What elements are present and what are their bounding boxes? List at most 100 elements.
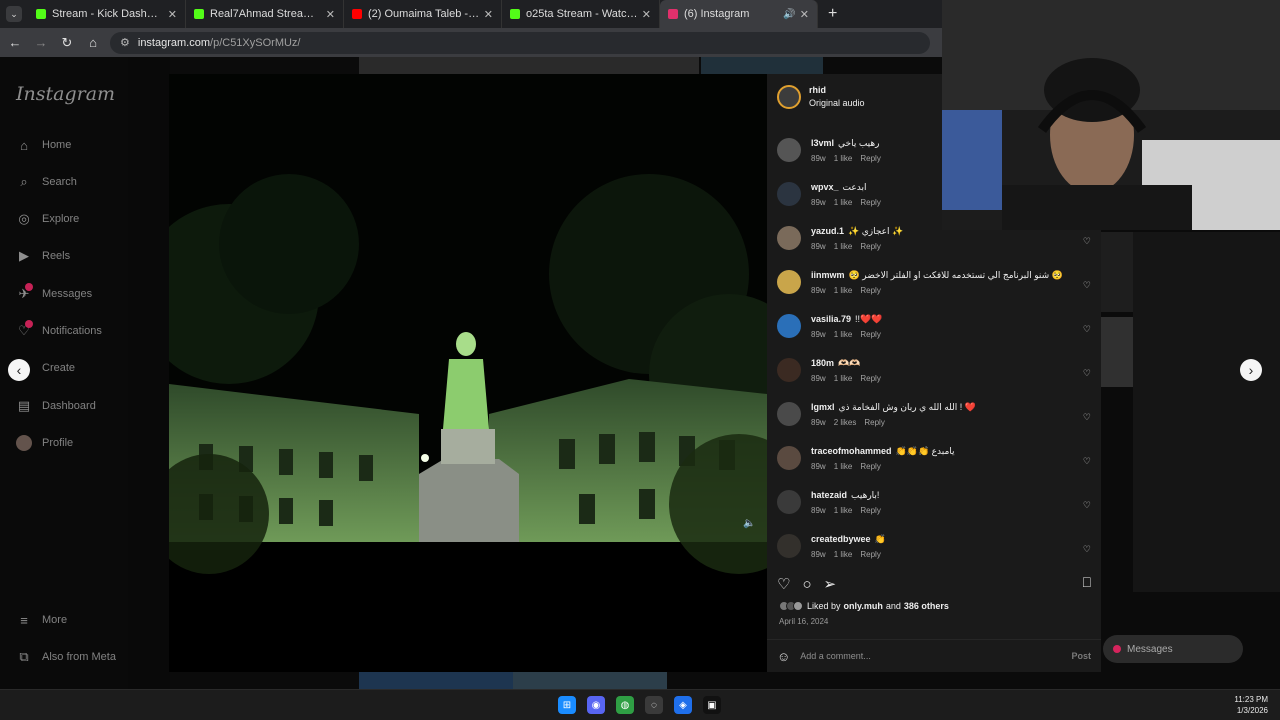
comment-likes[interactable]: 1 like [834,198,853,207]
reload-icon[interactable]: ↻ [56,32,78,54]
reply-button[interactable]: Reply [860,550,880,559]
obs-icon[interactable]: ◌ [645,696,663,714]
back-icon[interactable]: ← [4,32,26,54]
sidebar-item-notifications[interactable]: ♡ Notifications [16,320,102,339]
author-username[interactable]: rhid [809,84,865,97]
audio-label[interactable]: Original audio [809,97,865,110]
site-info-icon[interactable]: ⚙ [120,36,130,49]
commenter-avatar[interactable] [777,270,801,294]
comment-likes[interactable]: 1 like [834,462,853,471]
comment-like-icon[interactable]: ♡ [1083,368,1091,379]
sidebar-item-messages[interactable]: ✈ Messages [16,283,92,302]
commenter-username[interactable]: yazud.1 [811,226,844,236]
author-avatar[interactable] [777,85,801,109]
chrome-icon[interactable]: ◍ [616,696,634,714]
commenter-avatar[interactable] [777,358,801,382]
sidebar-item-search[interactable]: ⌕ Search [16,174,77,190]
commenter-avatar[interactable] [777,534,801,558]
bookmark-icon[interactable]: ⎕ [1083,574,1091,591]
tab-audio-icon[interactable]: 🔊 [783,9,795,20]
comment-likes[interactable]: 1 like [834,506,853,515]
reply-button[interactable]: Reply [860,462,880,471]
tab-close-icon[interactable]: ✕ [800,8,809,21]
comment-like-icon[interactable]: ♡ [1083,412,1091,423]
instagram-logo[interactable]: Instagram [16,83,115,105]
browser-tab[interactable]: o25ta Stream - Watch Live on K... ✕ [502,0,660,28]
sidebar-item-also-from-meta[interactable]: ⧉ Also from Meta [16,649,116,665]
system-clock[interactable]: 11:23 PM 1/3/2026 [1234,694,1268,716]
emoji-icon[interactable]: ☺ [777,649,790,664]
commenter-avatar[interactable] [777,226,801,250]
sidebar-item-home[interactable]: ⌂ Home [16,137,71,153]
comment-like-icon[interactable]: ♡ [1083,280,1091,291]
tab-close-icon[interactable]: ✕ [326,8,335,21]
commenter-username[interactable]: vasilia.79 [811,314,851,324]
comment-likes[interactable]: 1 like [834,330,853,339]
post-media[interactable]: 🔈 [169,74,767,672]
liked-by-others[interactable]: 386 others [904,601,949,611]
address-bar[interactable]: ⚙ instagram.com/p/C51XySOrMUz/ [110,31,930,54]
discord-icon[interactable]: ◉ [587,696,605,714]
reply-button[interactable]: Reply [860,506,880,515]
tab-search-button[interactable]: ⌄ [6,6,22,22]
post-comment-button[interactable]: Post [1071,651,1091,661]
liked-by-user[interactable]: only.muh [844,601,883,611]
browser-tab[interactable]: Real7Ahmad Stream - Watch Li... ✕ [186,0,344,28]
commenter-avatar[interactable] [777,446,801,470]
sidebar-item-profile[interactable]: Profile [16,435,73,451]
comment-like-icon[interactable]: ♡ [1083,456,1091,467]
home-browser-icon[interactable]: ⌂ [82,32,104,54]
comment-likes[interactable]: 1 like [834,154,853,163]
reply-button[interactable]: Reply [860,242,880,251]
commenter-username[interactable]: iinmwm [811,270,845,280]
app-icon[interactable]: ◈ [674,696,692,714]
previous-post-button[interactable]: ‹ [8,359,30,381]
commenter-avatar[interactable] [777,314,801,338]
messages-pill[interactable]: Messages [1103,635,1243,663]
comment-like-icon[interactable]: ♡ [1083,324,1091,335]
sidebar-item-reels[interactable]: ▶ Reels [16,248,70,264]
comment-likes[interactable]: 1 like [834,550,853,559]
commenter-username[interactable]: wpvx_ [811,182,839,192]
comment-like-icon[interactable]: ♡ [1083,544,1091,555]
comment-icon[interactable]: ○ [802,576,811,593]
commenter-avatar[interactable] [777,182,801,206]
comment-like-icon[interactable]: ♡ [1083,500,1091,511]
next-post-button[interactable]: › [1240,359,1262,381]
reply-button[interactable]: Reply [860,198,880,207]
commenter-username[interactable]: l3vml [811,138,834,148]
commenter-avatar[interactable] [777,402,801,426]
sidebar-item-dashboard[interactable]: ▤ Dashboard [16,398,96,414]
reply-button[interactable]: Reply [860,154,880,163]
tab-close-icon[interactable]: ✕ [642,8,651,21]
commenter-username[interactable]: lgmxl [811,402,835,412]
browser-tab[interactable]: Stream - Kick Dashboard ✕ [28,0,186,28]
commenter-avatar[interactable] [777,490,801,514]
browser-tab[interactable]: (2) Oumaima Taleb - Alfin B... ✕ [344,0,502,28]
reply-button[interactable]: Reply [860,286,880,295]
commenter-avatar[interactable] [777,138,801,162]
browser-tab[interactable]: (6) Instagram 🔊 ✕ [660,0,818,28]
comment-likes[interactable]: 1 like [834,374,853,383]
reply-button[interactable]: Reply [860,374,880,383]
comment-likes[interactable]: 1 like [834,286,853,295]
sidebar-item-explore[interactable]: ◎ Explore [16,211,79,227]
sidebar-item-more[interactable]: ≡ More [16,612,67,628]
windows-start-icon[interactable]: ⊞ [558,696,576,714]
reply-button[interactable]: Reply [860,330,880,339]
comment-likes[interactable]: 1 like [834,242,853,251]
capcut-icon[interactable]: ▣ [703,696,721,714]
like-icon[interactable]: ♡ [777,575,790,593]
comment-input[interactable]: Add a comment... [800,651,1071,661]
comment-likes[interactable]: 2 likes [834,418,857,427]
commenter-username[interactable]: createdbywee [811,534,871,544]
tab-close-icon[interactable]: ✕ [168,8,177,21]
reply-button[interactable]: Reply [864,418,884,427]
forward-icon[interactable]: → [30,32,52,54]
mute-icon[interactable]: 🔈 [743,518,755,529]
commenter-username[interactable]: 180m [811,358,834,368]
commenter-username[interactable]: traceofmohammed [811,446,892,456]
comment-like-icon[interactable]: ♡ [1083,236,1091,247]
commenter-username[interactable]: hatezaid [811,490,847,500]
share-icon[interactable]: ➢ [824,575,837,593]
